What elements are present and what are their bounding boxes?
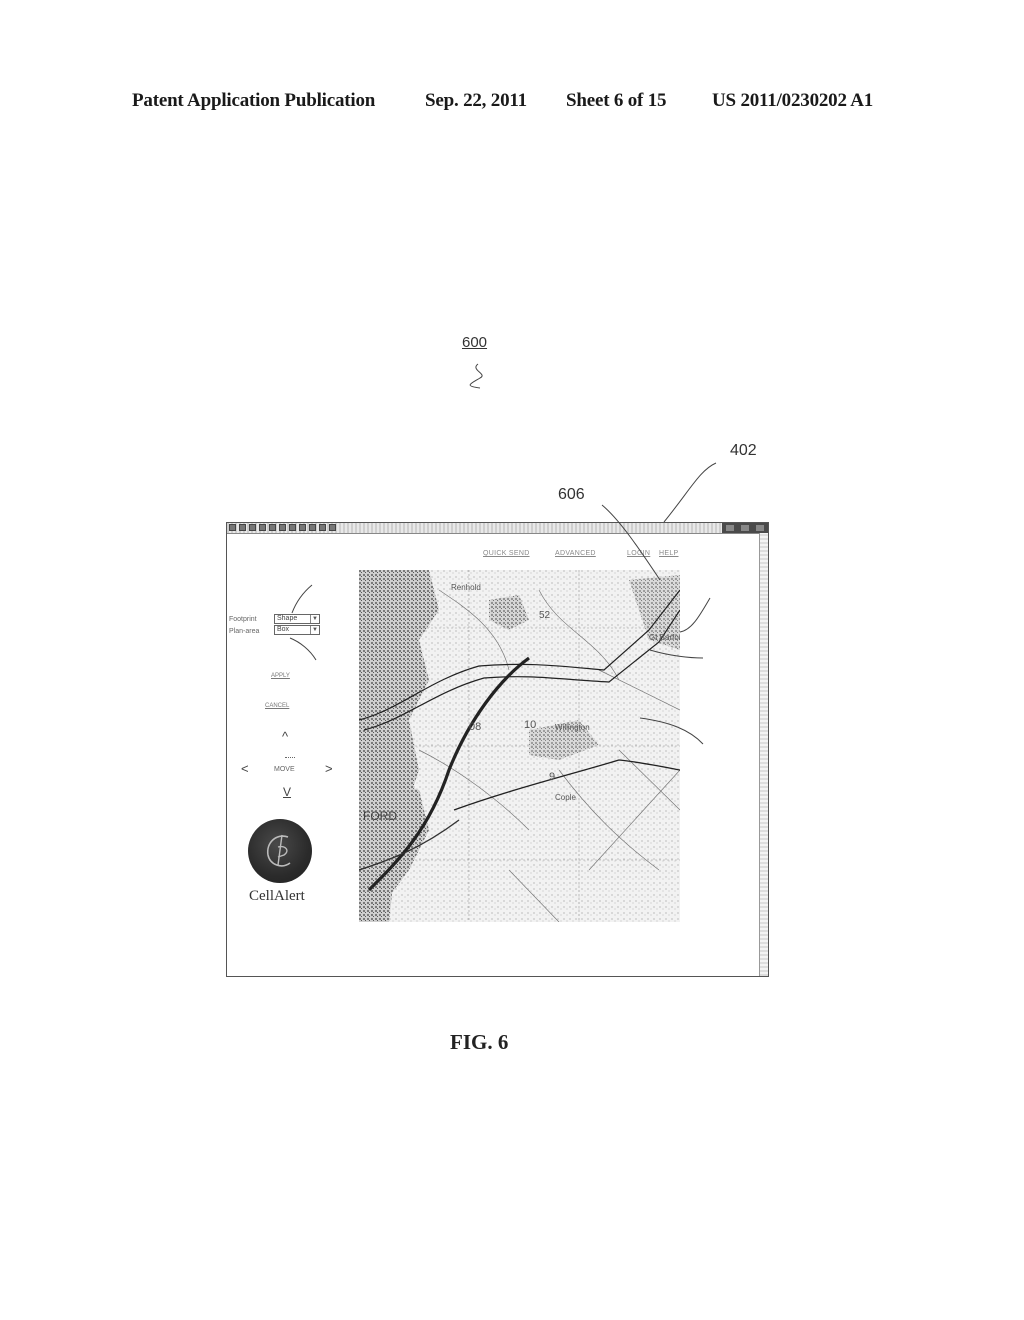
home-icon[interactable] [269, 524, 276, 531]
map-grid-label-9: 9 [549, 771, 555, 783]
plan-area-select-value: Box [277, 626, 290, 633]
refresh-icon[interactable] [259, 524, 266, 531]
move-divider [285, 757, 295, 758]
plan-area-label: Plan-area [229, 628, 260, 635]
chevron-down-icon[interactable]: ▼ [310, 626, 319, 634]
forward-icon[interactable] [239, 524, 246, 531]
search-icon[interactable] [279, 524, 286, 531]
mail-icon[interactable] [309, 524, 316, 531]
app-window: QUICK SEND ADVANCED LOGIN HELP Footprint… [226, 522, 769, 977]
minimize-icon[interactable] [725, 525, 734, 531]
map-grid-label-10: 10 [524, 719, 536, 731]
edit-icon[interactable] [329, 524, 336, 531]
help-link[interactable]: HELP [659, 550, 679, 557]
move-label: MOVE [274, 766, 295, 773]
print-icon[interactable] [319, 524, 326, 531]
quick-send-link[interactable]: QUICK SEND [483, 550, 530, 557]
publication-type: Patent Application Publication [132, 90, 376, 111]
window-titlebar [227, 523, 768, 534]
favorites-icon[interactable] [289, 524, 296, 531]
stop-icon[interactable] [249, 524, 256, 531]
maximize-icon[interactable] [740, 525, 749, 531]
figure-reference-label: 600 [462, 334, 488, 351]
history-icon[interactable] [299, 524, 306, 531]
figure-caption: FIG. 6 [450, 1030, 509, 1054]
login-link[interactable]: LOGIN [627, 550, 650, 557]
close-icon[interactable] [756, 525, 765, 531]
window-controls [722, 523, 768, 533]
logo-monogram-icon [266, 834, 291, 867]
leader-600 [469, 363, 483, 389]
plan-area-select[interactable]: Box ▼ [274, 625, 320, 635]
map-label-barford: Gt Barford [649, 633, 680, 642]
map-label-cople: Cople [555, 793, 576, 802]
browser-toolbar [229, 524, 336, 532]
logo-text: CellAlert [249, 888, 305, 904]
footprint-select[interactable]: Shape ▼ [274, 614, 320, 624]
leader-402 [663, 462, 717, 523]
map-grid-label-52: 52 [539, 610, 551, 621]
sheet-number: Sheet 6 of 15 [566, 90, 667, 111]
footprint-label: Footprint [229, 616, 257, 623]
patent-number: US 2011/0230202 A1 [712, 90, 874, 111]
cellalert-logo [248, 819, 312, 883]
advanced-link[interactable]: ADVANCED [555, 550, 596, 557]
cancel-button[interactable]: CANCEL [265, 703, 289, 709]
move-down-button[interactable]: V [283, 785, 291, 799]
map-view[interactable]: Renhold Willington FORD 08 10 52 9 Gt Ba… [359, 570, 680, 922]
map-grid-label-08: 08 [469, 721, 481, 733]
back-icon[interactable] [229, 524, 236, 531]
chevron-down-icon[interactable]: ▼ [310, 615, 319, 623]
callout-606: 606 [558, 486, 585, 503]
map-label-ford: FORD [363, 809, 397, 823]
vertical-scrollbar[interactable] [759, 533, 768, 976]
move-up-button[interactable]: ^ [282, 729, 288, 744]
map-label-willington: Willington [555, 723, 590, 732]
callout-402: 402 [730, 442, 757, 459]
publication-date: Sep. 22, 2011 [425, 90, 527, 111]
footprint-select-value: Shape [277, 615, 298, 622]
map-canvas[interactable]: Renhold Willington FORD 08 10 52 9 Gt Ba… [359, 570, 680, 922]
apply-button[interactable]: APPLY [271, 673, 290, 679]
move-right-button[interactable]: > [325, 761, 333, 776]
move-left-button[interactable]: < [241, 761, 249, 776]
map-label-renhold: Renhold [451, 583, 481, 592]
